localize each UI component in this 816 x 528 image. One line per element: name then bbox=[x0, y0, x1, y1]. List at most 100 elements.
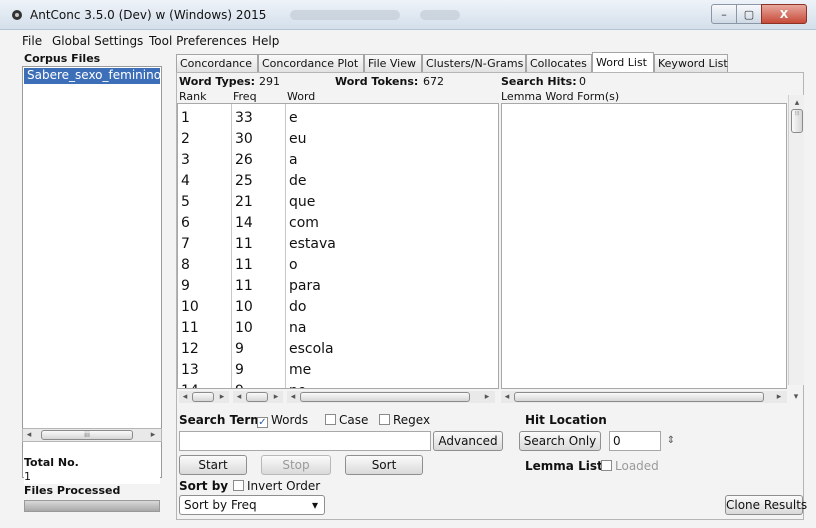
row-word-cell[interactable]: para bbox=[289, 276, 321, 297]
case-option[interactable]: Case bbox=[325, 413, 368, 427]
invert-order-option[interactable]: Invert Order bbox=[233, 479, 320, 493]
close-button[interactable]: X bbox=[761, 4, 807, 24]
row-rank-cell[interactable]: 13 bbox=[181, 360, 199, 381]
menu-file[interactable]: File bbox=[22, 34, 42, 48]
tab-collocates[interactable]: Collocates bbox=[526, 54, 592, 72]
row-rank-cell[interactable]: 7 bbox=[181, 234, 190, 255]
row-freq-cell[interactable]: 9 bbox=[235, 360, 244, 381]
row-rank-cell[interactable]: 6 bbox=[181, 213, 190, 234]
row-freq-cell[interactable]: 14 bbox=[235, 213, 253, 234]
row-freq-cell[interactable]: 9 bbox=[235, 381, 244, 388]
row-freq-cell[interactable]: 11 bbox=[235, 255, 253, 276]
freq-column-header[interactable]: Freq bbox=[233, 90, 257, 103]
tab-file-view[interactable]: File View bbox=[364, 54, 422, 72]
clone-results-button[interactable]: Clone Results bbox=[725, 495, 807, 515]
corpus-list-hscrollbar[interactable]: ◂ iii ▸ bbox=[22, 428, 162, 442]
start-button[interactable]: Start bbox=[179, 455, 247, 475]
tab-clusters-ngrams[interactable]: Clusters/N-Grams bbox=[422, 54, 526, 72]
tab-concordance-plot[interactable]: Concordance Plot bbox=[258, 54, 364, 72]
scroll-right-icon[interactable]: ▸ bbox=[216, 391, 228, 403]
row-freq-cell[interactable]: 21 bbox=[235, 192, 253, 213]
row-word-cell[interactable]: o bbox=[289, 255, 298, 276]
scroll-up-icon[interactable]: ▴ bbox=[791, 97, 803, 109]
scroll-thumb[interactable] bbox=[192, 392, 214, 402]
word-column-header[interactable]: Word bbox=[287, 90, 315, 103]
scroll-left-icon[interactable]: ◂ bbox=[23, 429, 35, 441]
row-rank-cell[interactable]: 11 bbox=[181, 318, 199, 339]
scroll-left-icon[interactable]: ◂ bbox=[233, 391, 245, 403]
corpus-file-list[interactable]: Sabere_sexo_feminino bbox=[22, 66, 162, 478]
lemma-word-forms-area[interactable] bbox=[501, 103, 787, 389]
lemma-vscrollbar[interactable]: ▴ ⦙⦙⦙ bbox=[788, 95, 804, 385]
sort-button[interactable]: Sort bbox=[345, 455, 423, 475]
row-word-cell[interactable]: escola bbox=[289, 339, 334, 360]
search-term-input[interactable] bbox=[179, 431, 431, 451]
menu-global-settings[interactable]: Global Settings bbox=[52, 34, 143, 48]
spinner-icon[interactable]: ⇕ bbox=[665, 435, 677, 447]
loaded-checkbox[interactable] bbox=[601, 460, 612, 471]
row-rank-cell[interactable]: 8 bbox=[181, 255, 190, 276]
row-freq-cell[interactable]: 30 bbox=[235, 129, 253, 150]
row-rank-cell[interactable]: 2 bbox=[181, 129, 190, 150]
scroll-left-icon[interactable]: ◂ bbox=[287, 391, 299, 403]
row-word-cell[interactable]: eu bbox=[289, 129, 307, 150]
word-hscrollbar[interactable]: ◂ ▸ bbox=[287, 391, 495, 403]
words-option[interactable]: ✓ Words bbox=[257, 413, 308, 428]
hit-location-input[interactable]: 0 bbox=[609, 431, 661, 451]
regex-option[interactable]: Regex bbox=[379, 413, 430, 427]
regex-checkbox[interactable] bbox=[379, 414, 390, 425]
freq-hscrollbar[interactable]: ◂ ▸ bbox=[233, 391, 283, 403]
row-word-cell[interactable]: que bbox=[289, 192, 315, 213]
row-rank-cell[interactable]: 14 bbox=[181, 381, 199, 388]
words-checkbox[interactable]: ✓ bbox=[257, 417, 268, 428]
scroll-thumb[interactable]: iii bbox=[41, 430, 133, 440]
tab-keyword-list[interactable]: Keyword List bbox=[654, 54, 728, 72]
row-rank-cell[interactable]: 12 bbox=[181, 339, 199, 360]
scroll-right-icon[interactable]: ▸ bbox=[147, 429, 159, 441]
scroll-right-icon[interactable]: ▸ bbox=[481, 391, 493, 403]
scroll-thumb[interactable] bbox=[246, 392, 268, 402]
scroll-left-icon[interactable]: ◂ bbox=[179, 391, 191, 403]
scroll-right-icon[interactable]: ▸ bbox=[773, 391, 785, 403]
scroll-right-icon[interactable]: ▸ bbox=[270, 391, 282, 403]
minimize-button[interactable]: – bbox=[711, 4, 737, 24]
search-only-button[interactable]: Search Only bbox=[519, 431, 601, 451]
scroll-down-icon[interactable]: ▾ bbox=[790, 391, 802, 403]
lemma-hscrollbar[interactable]: ◂ ▸ bbox=[501, 391, 787, 403]
row-freq-cell[interactable]: 33 bbox=[235, 108, 253, 129]
row-word-cell[interactable]: a bbox=[289, 150, 298, 171]
row-freq-cell[interactable]: 11 bbox=[235, 234, 253, 255]
scroll-thumb[interactable] bbox=[514, 392, 764, 402]
row-word-cell[interactable]: na bbox=[289, 318, 306, 339]
row-rank-cell[interactable]: 3 bbox=[181, 150, 190, 171]
row-word-cell[interactable]: com bbox=[289, 213, 319, 234]
row-rank-cell[interactable]: 9 bbox=[181, 276, 190, 297]
row-word-cell[interactable]: de bbox=[289, 171, 307, 192]
row-rank-cell[interactable]: 1 bbox=[181, 108, 190, 129]
scroll-thumb[interactable] bbox=[300, 392, 470, 402]
invert-order-checkbox[interactable] bbox=[233, 480, 244, 491]
menu-help[interactable]: Help bbox=[252, 34, 279, 48]
row-rank-cell[interactable]: 10 bbox=[181, 297, 199, 318]
sort-by-dropdown[interactable]: Sort by Freq ▾ bbox=[179, 495, 325, 515]
scroll-left-icon[interactable]: ◂ bbox=[501, 391, 513, 403]
row-word-cell[interactable]: do bbox=[289, 297, 306, 318]
rank-hscrollbar[interactable]: ◂ ▸ bbox=[179, 391, 229, 403]
row-freq-cell[interactable]: 11 bbox=[235, 276, 253, 297]
row-freq-cell[interactable]: 9 bbox=[235, 339, 244, 360]
row-freq-cell[interactable]: 10 bbox=[235, 297, 253, 318]
row-word-cell[interactable]: me bbox=[289, 360, 311, 381]
lemma-column-header[interactable]: Lemma Word Form(s) bbox=[501, 90, 619, 103]
menu-tool-preferences[interactable]: Tool Preferences bbox=[149, 34, 247, 48]
advanced-button[interactable]: Advanced bbox=[433, 431, 503, 451]
row-word-cell[interactable]: no bbox=[289, 381, 306, 388]
corpus-file-item[interactable]: Sabere_sexo_feminino bbox=[24, 68, 160, 84]
word-list-table[interactable]: 1 33 e 2 30 eu 3 26 a 4 25 de 5 21 que 6 14 com 7 11 estava 8… bbox=[177, 103, 499, 389]
maximize-button[interactable]: ▢ bbox=[736, 4, 762, 24]
rank-column-header[interactable]: Rank bbox=[179, 90, 206, 103]
stop-button[interactable]: Stop bbox=[261, 455, 331, 475]
scroll-thumb[interactable]: ⦙⦙⦙ bbox=[791, 109, 803, 133]
row-rank-cell[interactable]: 4 bbox=[181, 171, 190, 192]
row-freq-cell[interactable]: 26 bbox=[235, 150, 253, 171]
row-rank-cell[interactable]: 5 bbox=[181, 192, 190, 213]
